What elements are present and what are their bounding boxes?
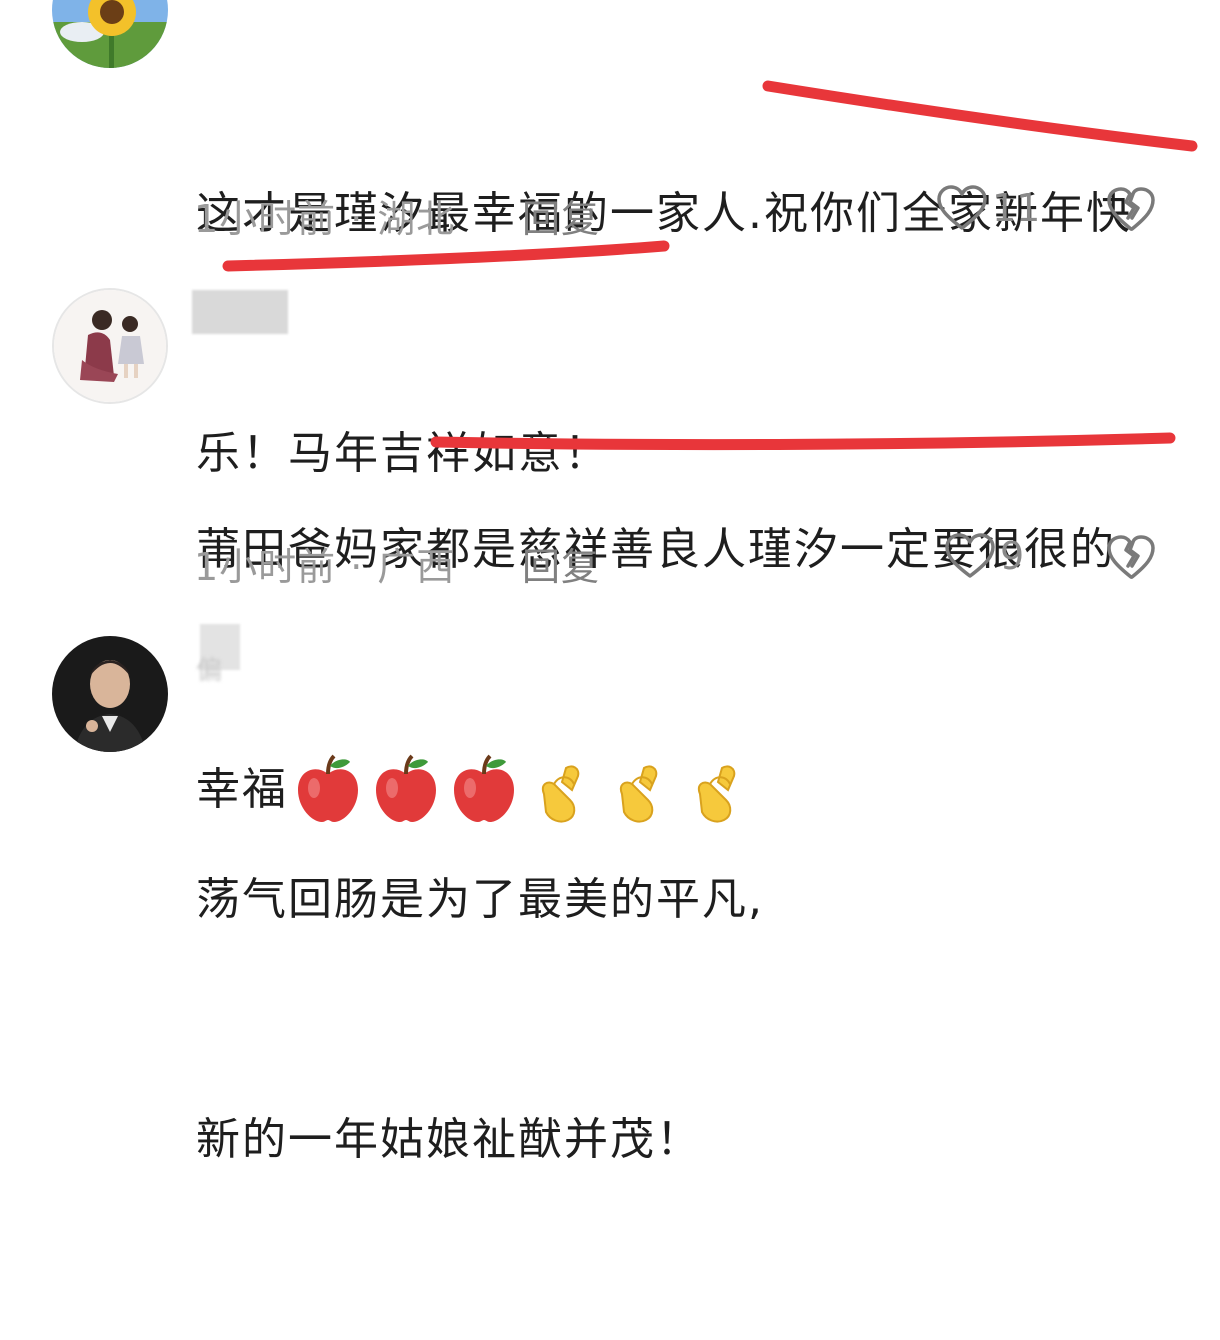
dislike-button[interactable] [1106, 534, 1156, 580]
broken-heart-icon [1107, 187, 1155, 231]
dislike-button[interactable] [1106, 186, 1156, 232]
username-partial: 偏 [196, 656, 223, 686]
like-count: 9 [1000, 534, 1025, 578]
sunflower-avatar-icon [52, 0, 168, 68]
avatar-man[interactable] [52, 636, 168, 752]
username-redacted [192, 290, 288, 334]
broken-heart-icon [1107, 535, 1155, 579]
comment-text-line2: 新的一年姑娘祉猷并茂！ [196, 1114, 702, 1165]
like-count: 11 [992, 186, 1041, 230]
comment-meta: 1小时前 · 湖北 [194, 188, 455, 243]
comment-meta: 1小时前 · 广西 [194, 536, 455, 591]
mother-child-avatar-icon [54, 290, 166, 402]
meta-dot: · [350, 545, 364, 589]
heart-icon [945, 533, 995, 578]
like-button[interactable]: 9 [944, 532, 1024, 580]
avatar-mother-child[interactable] [52, 288, 168, 404]
reply-button[interactable]: 回复 [522, 188, 600, 243]
reply-button[interactable]: 回复 [522, 536, 600, 591]
meta-dot: · [350, 197, 364, 241]
comment-time: 1小时前 [194, 545, 337, 589]
man-portrait-avatar-icon [52, 636, 168, 752]
comment-location: 广西 [377, 545, 456, 589]
comment-text-line1: 荡气回肠是为了最美的平凡, [196, 874, 764, 925]
heart-icon [937, 185, 987, 230]
comment-location: 湖北 [377, 197, 456, 241]
avatar-sunflower[interactable] [52, 0, 168, 68]
like-button[interactable]: 11 [936, 184, 1040, 232]
comment-time: 1小时前 [194, 197, 337, 241]
